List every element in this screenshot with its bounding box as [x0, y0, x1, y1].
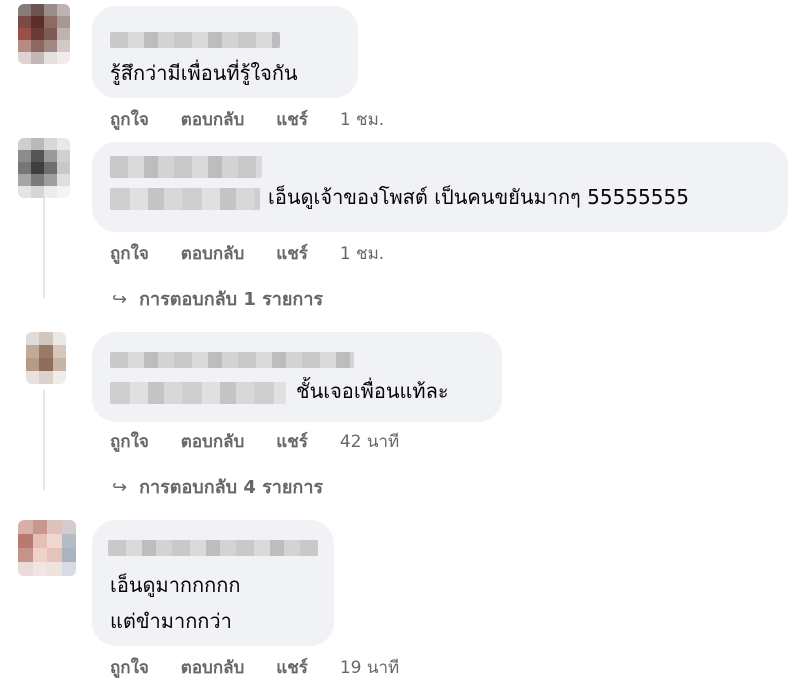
author-name[interactable]	[110, 156, 262, 178]
like-button[interactable]: ถูกใจ	[110, 244, 149, 264]
avatar[interactable]	[18, 520, 76, 576]
like-button[interactable]: ถูกใจ	[110, 110, 149, 130]
comment-text: รู้สึกว่ามีเพื่อนที่รู้ใจกัน	[110, 61, 298, 85]
comment-bubble: รู้สึกว่ามีเพื่อนที่รู้ใจกัน	[92, 6, 358, 98]
avatar[interactable]	[18, 4, 70, 64]
reply-arrow-icon: ↪	[112, 477, 128, 498]
avatar[interactable]	[26, 332, 66, 384]
avatar[interactable]	[18, 138, 70, 198]
comment-actions: ถูกใจ ตอบกลับ แชร์ 42 นาที	[110, 428, 399, 455]
thread-line	[43, 198, 45, 298]
reply-button[interactable]: ตอบกลับ	[181, 244, 245, 264]
comment-actions: ถูกใจ ตอบกลับ แชร์ 1 ชม.	[110, 106, 384, 133]
reply-button[interactable]: ตอบกลับ	[181, 432, 245, 452]
comment-bubble: เอ็นดูเจ้าของโพสต์ เป็นคนขยันมากๆ 555555…	[92, 142, 788, 232]
blurred-mention	[110, 188, 260, 210]
thread-line	[43, 390, 45, 490]
author-name[interactable]	[108, 540, 318, 556]
comment-bubble: ชั้นเจอเพื่อนแท้ละ	[92, 332, 502, 422]
reply-button[interactable]: ตอบกลับ	[181, 110, 245, 130]
author-name[interactable]	[110, 32, 280, 48]
comment-text-line: เอ็นดูมากกกกก	[110, 573, 241, 597]
timestamp[interactable]: 1 ชม.	[340, 110, 384, 130]
comment-bubble: เอ็นดูมากกกกก แต่ขำมากกว่า	[92, 520, 334, 646]
timestamp[interactable]: 42 นาที	[340, 432, 399, 452]
comment-text: เอ็นดูเจ้าของโพสต์ เป็นคนขยันมากๆ 555555…	[268, 185, 689, 209]
like-button[interactable]: ถูกใจ	[110, 658, 149, 678]
author-name[interactable]	[110, 352, 354, 368]
comment-actions: ถูกใจ ตอบกลับ แชร์ 1 ชม.	[110, 240, 384, 267]
reply-button[interactable]: ตอบกลับ	[181, 658, 245, 678]
view-replies-link[interactable]: ↪ การตอบกลับ 1 รายการ	[112, 284, 323, 313]
comment-text: ชั้นเจอเพื่อนแท้ละ	[296, 379, 449, 403]
share-button[interactable]: แชร์	[276, 244, 308, 264]
blurred-mention	[110, 382, 286, 404]
comment-actions: ถูกใจ ตอบกลับ แชร์ 19 นาที	[110, 654, 399, 681]
timestamp[interactable]: 1 ชม.	[340, 244, 384, 264]
reply-arrow-icon: ↪	[112, 289, 128, 310]
share-button[interactable]: แชร์	[276, 432, 308, 452]
like-button[interactable]: ถูกใจ	[110, 432, 149, 452]
view-replies-link[interactable]: ↪ การตอบกลับ 4 รายการ	[112, 472, 323, 501]
comment-text-line: แต่ขำมากกว่า	[110, 609, 232, 633]
replies-count-label[interactable]: การตอบกลับ 4 รายการ	[139, 477, 323, 498]
share-button[interactable]: แชร์	[276, 658, 308, 678]
replies-count-label[interactable]: การตอบกลับ 1 รายการ	[139, 289, 323, 310]
share-button[interactable]: แชร์	[276, 110, 308, 130]
timestamp[interactable]: 19 นาที	[340, 658, 399, 678]
